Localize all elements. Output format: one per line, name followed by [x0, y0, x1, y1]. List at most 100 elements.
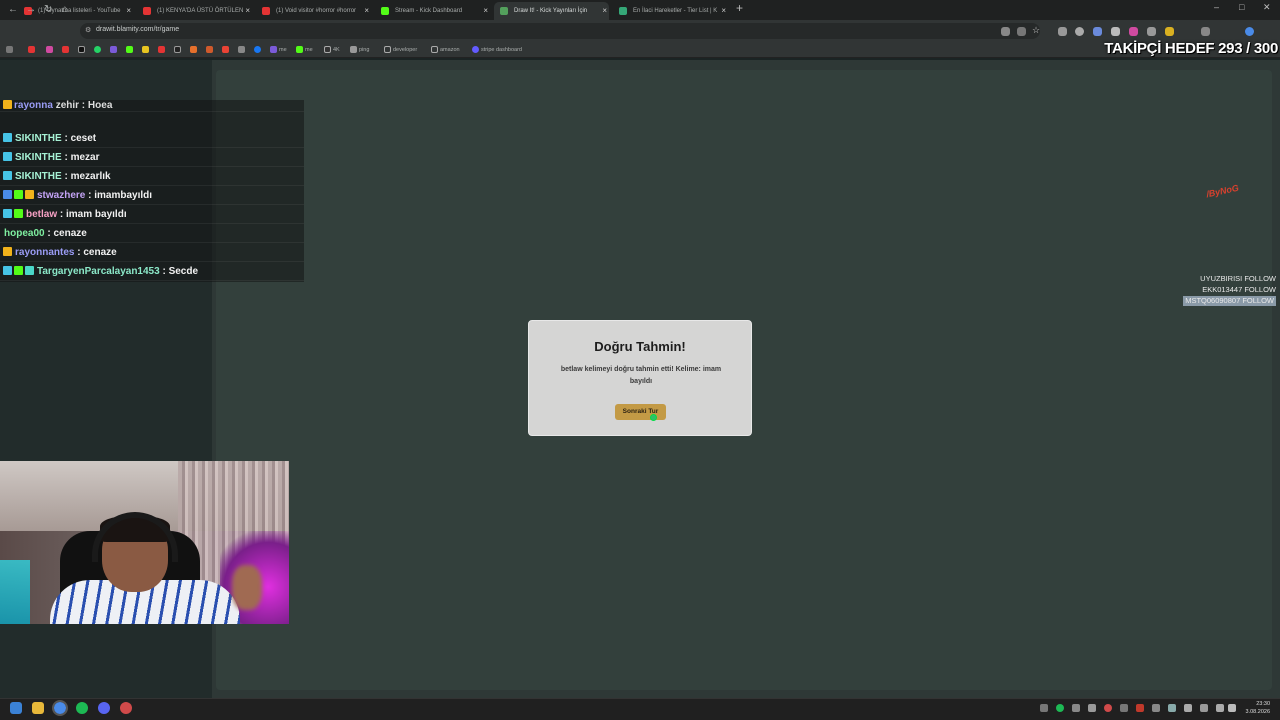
tab-title: Draw It! - Kick Yayınları İçin	[514, 8, 588, 14]
tray-icon[interactable]	[1088, 704, 1096, 712]
extension-icon[interactable]	[1165, 27, 1174, 36]
browser-tab[interactable]: Stream - Kick Dashboard ×	[375, 2, 490, 20]
kick-icon[interactable]	[126, 45, 135, 55]
tab-bar: (1) Oynatma listeleri - YouTube × (1) KE…	[0, 0, 1280, 20]
profile-avatar[interactable]	[1245, 27, 1254, 36]
x-icon[interactable]	[78, 45, 87, 55]
bookmark-stripe[interactable]: stripe dashboard	[472, 45, 522, 55]
chat-user: SIKINTHE	[15, 152, 62, 163]
browser-tab-active[interactable]: Draw It! - Kick Yayınları İçin ×	[494, 2, 609, 20]
wifi-icon[interactable]	[1216, 704, 1224, 712]
tray-icon[interactable]	[1168, 704, 1176, 712]
new-tab-button[interactable]: +	[736, 1, 743, 15]
verified-badge-icon	[3, 133, 12, 142]
bookmark-icon[interactable]	[28, 45, 37, 55]
bookmark-icon[interactable]	[62, 45, 71, 55]
maximize-button[interactable]: □	[1239, 2, 1244, 12]
tray-icon[interactable]	[1072, 704, 1080, 712]
site-info-icon[interactable]: ⚙	[85, 26, 91, 34]
browser-tab[interactable]: En İlaci Hareketler - Tier List | K ×	[613, 2, 728, 20]
tray-icon[interactable]	[1184, 704, 1192, 712]
chat-message: ceset	[70, 133, 97, 144]
close-icon[interactable]: ×	[126, 2, 131, 20]
star-icon[interactable]: ☆	[1032, 25, 1040, 36]
reload-icon[interactable]: ↻	[44, 4, 52, 15]
bookmark-folder-amazon[interactable]: amazon	[431, 45, 460, 55]
tray-icon[interactable]	[1152, 704, 1160, 712]
tray-chevron-icon[interactable]	[1040, 704, 1048, 712]
next-round-button[interactable]: Sonraki Tur	[615, 404, 666, 420]
bookmark-folder-developer[interactable]: developer	[384, 45, 417, 55]
back-arrow-icon[interactable]: ←	[8, 4, 18, 15]
bookmark-facebook[interactable]	[254, 45, 263, 55]
address-bar[interactable]	[80, 23, 1040, 39]
extension-icon[interactable]	[1129, 27, 1138, 36]
browser-tab[interactable]: (1) KENYA'DA ÜSTÜ ÖRTÜLEN ×	[137, 2, 252, 20]
browser-tab[interactable]: (1) Void visitor #horror #horror ×	[256, 2, 371, 20]
extension-icon[interactable]	[1093, 27, 1102, 36]
bookmark-me[interactable]: me	[296, 45, 313, 55]
extension-icon[interactable]	[1058, 27, 1067, 36]
volume-icon[interactable]	[1228, 704, 1236, 712]
badge-icon	[14, 209, 23, 218]
bookmark-icon[interactable]	[142, 45, 151, 55]
close-icon[interactable]: ×	[364, 2, 369, 20]
bookmark-icon[interactable]	[158, 45, 167, 55]
close-icon[interactable]: ×	[721, 2, 726, 20]
modal-title: Doğru Tahmin!	[594, 339, 686, 354]
verified-badge-icon	[3, 152, 12, 161]
apps-grid-icon[interactable]	[6, 45, 15, 55]
tray-icon[interactable]	[1104, 704, 1112, 712]
home-icon[interactable]: ⌂	[62, 4, 68, 15]
badge-icon	[3, 209, 12, 218]
chat-message: mezarlık	[70, 171, 111, 182]
chat-message: Secde	[168, 266, 199, 277]
gmail-icon[interactable]	[222, 45, 231, 55]
bookmark-icon[interactable]	[46, 45, 55, 55]
windows-start-icon[interactable]	[10, 702, 22, 714]
extension-icon[interactable]	[1111, 27, 1120, 36]
close-icon[interactable]: ×	[602, 2, 607, 20]
chrome-icon[interactable]	[52, 700, 68, 716]
extension-icon[interactable]	[1075, 27, 1084, 36]
app-icon[interactable]	[120, 702, 132, 714]
tray-icon[interactable]	[1200, 704, 1208, 712]
extension-icon[interactable]	[1017, 27, 1026, 36]
extension-icon[interactable]	[1147, 27, 1156, 36]
chat-user: rayonnantes	[15, 247, 75, 258]
tab-title: (1) Void visitor #horror #horror	[276, 8, 357, 14]
chat-user: SIKINTHE	[15, 133, 62, 144]
badge-icon	[14, 266, 23, 275]
extension-icon[interactable]	[1001, 27, 1010, 36]
close-window-button[interactable]: ✕	[1263, 2, 1271, 13]
correct-guess-modal: Doğru Tahmin! betlaw kelimeyi doğru tahm…	[528, 320, 752, 436]
bookmark-icon[interactable]	[190, 45, 199, 55]
tray-icon[interactable]	[1120, 704, 1128, 712]
chat-user: betlaw	[26, 209, 58, 220]
bookmark-icon[interactable]	[238, 45, 247, 55]
file-explorer-icon[interactable]	[32, 702, 44, 714]
bookmark-icon[interactable]	[206, 45, 215, 55]
discord-icon[interactable]	[98, 702, 110, 714]
tray-icon[interactable]	[1136, 704, 1144, 712]
bookmark-ping[interactable]: ping	[350, 45, 369, 55]
bookmark-icon[interactable]	[110, 45, 119, 55]
bookmark-4k[interactable]: 4K	[324, 45, 340, 55]
close-icon[interactable]: ×	[245, 2, 250, 20]
whatsapp-icon[interactable]	[94, 45, 103, 55]
follower-goal: TAKİPÇİ HEDEF 293 / 300	[1104, 40, 1278, 57]
bookmark-icon[interactable]	[174, 45, 183, 55]
close-icon[interactable]: ×	[483, 2, 488, 20]
webcam-cyan-light	[0, 560, 30, 624]
chat-row: rayonnantes : cenaze	[0, 243, 304, 262]
forward-arrow-icon[interactable]: →	[26, 4, 36, 15]
extensions-puzzle-icon[interactable]	[1201, 27, 1210, 36]
taskbar-clock[interactable]: 23:30 3.08.2026	[1246, 700, 1270, 716]
spotify-icon[interactable]	[76, 702, 88, 714]
bookmark-me[interactable]: me	[270, 45, 287, 55]
chat-message: cenaze	[53, 228, 87, 239]
minimize-button[interactable]: –	[1214, 2, 1219, 12]
badge-icon	[25, 266, 34, 275]
tray-spotify-icon[interactable]	[1056, 704, 1064, 712]
url-text[interactable]: drawit.blamity.com/tr/game	[96, 26, 179, 33]
